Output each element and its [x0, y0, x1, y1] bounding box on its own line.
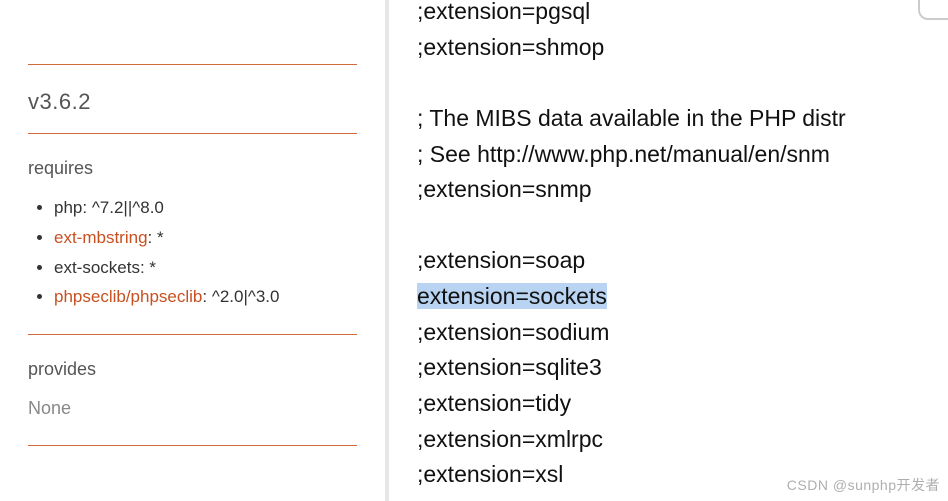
selected-text[interactable]: extension=sockets: [417, 283, 607, 309]
editor-line[interactable]: ;extension=xmlrpc: [417, 422, 948, 458]
requires-heading: requires: [28, 134, 357, 187]
req-name: ext-sockets: [54, 258, 140, 277]
list-item: ext-sockets: *: [54, 253, 357, 283]
list-item: phpseclib/phpseclib: ^2.0|^3.0: [54, 282, 357, 312]
requires-list: php: ^7.2||^8.0 ext-mbstring: * ext-sock…: [28, 193, 357, 312]
req-name-link[interactable]: phpseclib/phpseclib: [54, 287, 202, 306]
req-constraint: : ^2.0|^3.0: [202, 287, 279, 306]
editor-line[interactable]: ;extension=soap: [417, 243, 948, 279]
list-item: php: ^7.2||^8.0: [54, 193, 357, 223]
editor-line[interactable]: ;extension=snmp: [417, 172, 948, 208]
watermark-text: CSDN @sunphp开发者: [787, 475, 940, 497]
req-constraint: : *: [140, 258, 156, 277]
req-constraint: : ^7.2||^8.0: [82, 198, 164, 217]
req-name-link[interactable]: ext-mbstring: [54, 228, 148, 247]
editor-line[interactable]: ;extension=sqlite3: [417, 350, 948, 386]
editor-line[interactable]: [417, 208, 948, 244]
provides-heading: provides: [28, 335, 357, 388]
editor-line[interactable]: ; See http://www.php.net/manual/en/snm: [417, 137, 948, 173]
config-editor[interactable]: ;extension=pgsql;extension=shmop ; The M…: [389, 0, 948, 501]
list-item: ext-mbstring: *: [54, 223, 357, 253]
divider-line: [28, 445, 357, 446]
editor-line[interactable]: ;extension=pgsql: [417, 0, 948, 30]
editor-line[interactable]: ;extension=tidy: [417, 386, 948, 422]
editor-line[interactable]: ;extension=shmop: [417, 30, 948, 66]
req-constraint: : *: [148, 228, 164, 247]
provides-value: None: [28, 388, 357, 445]
version-label: v3.6.2: [28, 89, 91, 114]
editor-line[interactable]: [417, 65, 948, 101]
window-corner: [918, 0, 948, 20]
editor-line[interactable]: ; The MIBS data available in the PHP dis…: [417, 101, 948, 137]
editor-line[interactable]: ;extension=sodium: [417, 315, 948, 351]
editor-line[interactable]: extension=sockets: [417, 279, 948, 315]
req-name: php: [54, 198, 82, 217]
package-sidebar: v3.6.2 requires php: ^7.2||^8.0 ext-mbst…: [0, 0, 385, 501]
